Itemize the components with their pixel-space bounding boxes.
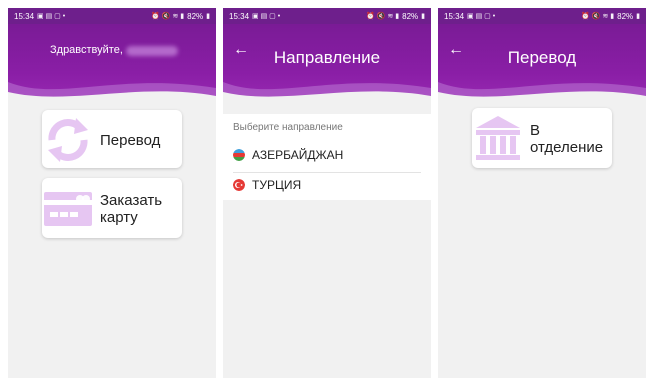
status-bar: 15:34 ▣ ▤ ▢ • ⏰ 🔇 ≋ ▮ 82% ▮ — [8, 8, 216, 24]
direction-screen: 15:34 ▣ ▤ ▢ • ⏰ 🔇 ≋ ▮ 82% ▮ ← Направлени… — [223, 8, 431, 378]
branch-transfer-button[interactable]: В отделение — [472, 108, 612, 168]
status-time: 15:34 — [229, 11, 250, 21]
transfer-screen: 15:34 ▣ ▤ ▢ • ⏰ 🔇 ≋ ▮ 82% ▮ ← Перевод В … — [438, 8, 646, 378]
status-bar: 15:34 ▣ ▤ ▢ • ⏰ 🔇 ≋ ▮ 82% ▮ — [223, 8, 431, 24]
greeting-text: Здравствуйте, — [50, 44, 123, 56]
order-card-label-line1: Заказать — [100, 192, 163, 209]
header: Здравствуйте, — [8, 24, 216, 106]
status-time: 15:34 — [444, 11, 465, 21]
battery-icon: ▮ — [421, 13, 425, 20]
battery-level: 82% — [187, 11, 204, 21]
list-item-turkey[interactable]: ТУРЦИЯ — [233, 174, 423, 196]
status-bar: 15:34 ▣ ▤ ▢ • ⏰ 🔇 ≋ ▮ 82% ▮ — [438, 8, 646, 24]
notification-icons: ▣ ▤ ▢ • — [467, 13, 496, 20]
list-item-azerbaijan[interactable]: АЗЕРБАЙДЖАН — [233, 144, 423, 166]
destination-label: АЗЕРБАЙДЖАН — [252, 148, 344, 162]
header-wave — [223, 82, 431, 106]
azerbaijan-flag-icon — [233, 149, 245, 161]
order-card-button[interactable]: Заказать карту — [42, 178, 182, 238]
status-time: 15:34 — [14, 11, 35, 21]
battery-level: 82% — [617, 11, 634, 21]
battery-icon: ▮ — [206, 13, 210, 20]
home-screen: 15:34 ▣ ▤ ▢ • ⏰ 🔇 ≋ ▮ 82% ▮ Здравствуйте… — [8, 8, 216, 378]
bank-icon — [476, 116, 520, 160]
battery-level: 82% — [402, 11, 419, 21]
refresh-arrows-icon — [48, 118, 88, 162]
branch-label-line1: В — [530, 122, 541, 139]
page-title: Перевод — [507, 48, 577, 67]
card-icon — [44, 192, 92, 226]
transfer-label: Перевод — [100, 132, 161, 149]
user-name-blurred — [126, 46, 178, 56]
signal-icons: ⏰ 🔇 ≋ ▮ — [151, 13, 185, 20]
notification-icons: ▣ ▤ ▢ • — [37, 13, 66, 20]
transfer-button[interactable]: Перевод — [42, 110, 182, 168]
notification-icons: ▣ ▤ ▢ • — [252, 13, 281, 20]
header-wave — [8, 82, 216, 106]
battery-icon: ▮ — [636, 13, 640, 20]
header-wave — [438, 82, 646, 106]
page-title: Направление — [273, 48, 381, 67]
signal-icons: ⏰ 🔇 ≋ ▮ — [581, 13, 615, 20]
divider — [233, 172, 421, 173]
signal-icons: ⏰ 🔇 ≋ ▮ — [366, 13, 400, 20]
direction-list: Выберите направление АЗЕРБАЙДЖАН ТУРЦИЯ — [223, 114, 431, 200]
direction-hint: Выберите направление — [233, 122, 343, 133]
order-card-label-line2: карту — [100, 209, 138, 226]
header: ← Направление — [223, 24, 431, 106]
branch-label-line2: отделение — [530, 139, 604, 156]
header: ← Перевод — [438, 24, 646, 106]
destination-label: ТУРЦИЯ — [252, 178, 302, 192]
turkey-flag-icon — [233, 179, 245, 191]
